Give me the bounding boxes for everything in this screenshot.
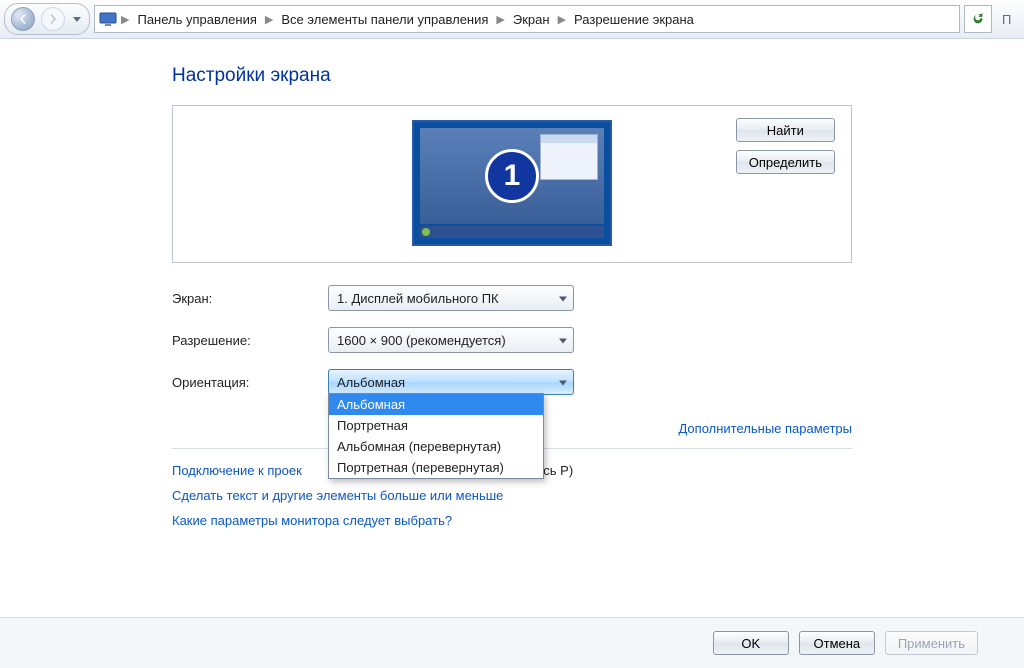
display-select[interactable]: 1. Дисплей мобильного ПК — [328, 285, 574, 311]
apply-button: Применить — [885, 631, 978, 655]
orientation-option[interactable]: Портретная — [329, 415, 543, 436]
back-button[interactable] — [11, 7, 35, 31]
chevron-right-icon: ▶ — [558, 13, 566, 26]
chevron-right-icon: ▶ — [121, 13, 129, 26]
display-preview: 1 Найти Определить — [172, 105, 852, 263]
breadcrumb-item[interactable]: Панель управления — [133, 12, 260, 27]
orientation-option[interactable]: Портретная (перевернутая) — [329, 457, 543, 478]
resolution-select-value: 1600 × 900 (рекомендуется) — [337, 333, 506, 348]
monitor-thumbnail[interactable]: 1 — [412, 120, 612, 246]
resolution-label: Разрешение: — [172, 333, 328, 348]
refresh-button[interactable] — [964, 5, 992, 33]
ok-button[interactable]: OK — [713, 631, 789, 655]
chevron-down-icon — [559, 291, 567, 306]
page-title: Настройки экрана — [172, 65, 852, 87]
breadcrumb-item[interactable]: Все элементы панели управления — [277, 12, 492, 27]
search-box-stub: П — [996, 12, 1020, 27]
find-button[interactable]: Найти — [736, 118, 835, 142]
chevron-right-icon: ▶ — [265, 13, 273, 26]
breadcrumb-item[interactable]: Экран — [509, 12, 554, 27]
orientation-select-value: Альбомная — [337, 375, 405, 390]
address-bar[interactable]: ▶ Панель управления ▶ Все элементы панел… — [94, 5, 960, 33]
textsize-link[interactable]: Сделать текст и другие элементы больше и… — [172, 488, 503, 503]
display-label: Экран: — [172, 291, 328, 306]
monitor-number-badge: 1 — [485, 149, 539, 203]
orientation-option[interactable]: Альбомная — [329, 394, 543, 415]
nav-history-dropdown[interactable] — [71, 9, 83, 29]
chevron-down-icon — [559, 333, 567, 348]
identify-button[interactable]: Определить — [736, 150, 835, 174]
content-area: Настройки экрана 1 Найти Определить Экра… — [0, 39, 1024, 538]
orientation-dropdown-list: Альбомная Портретная Альбомная (переверн… — [328, 393, 544, 479]
resolution-select[interactable]: 1600 × 900 (рекомендуется) — [328, 327, 574, 353]
orientation-label: Ориентация: — [172, 375, 328, 390]
display-select-value: 1. Дисплей мобильного ПК — [337, 291, 499, 306]
explorer-topbar: ▶ Панель управления ▶ Все элементы панел… — [0, 0, 1024, 39]
chevron-right-icon: ▶ — [496, 13, 504, 26]
dialog-footer: OK Отмена Применить — [0, 617, 1024, 668]
which-monitor-link[interactable]: Какие параметры монитора следует выбрать… — [172, 513, 452, 528]
chevron-down-icon — [559, 375, 567, 390]
orientation-select[interactable]: Альбомная Альбомная Портретная Альбомная… — [328, 369, 574, 395]
forward-button[interactable] — [41, 7, 65, 31]
nav-buttons — [4, 3, 90, 35]
orientation-option[interactable]: Альбомная (перевернутая) — [329, 436, 543, 457]
advanced-settings-link[interactable]: Дополнительные параметры — [678, 421, 852, 436]
breadcrumb-item[interactable]: Разрешение экрана — [570, 12, 698, 27]
projector-link[interactable]: Подключение к проек — [172, 463, 302, 478]
monitor-icon — [99, 11, 117, 27]
cancel-button[interactable]: Отмена — [799, 631, 875, 655]
